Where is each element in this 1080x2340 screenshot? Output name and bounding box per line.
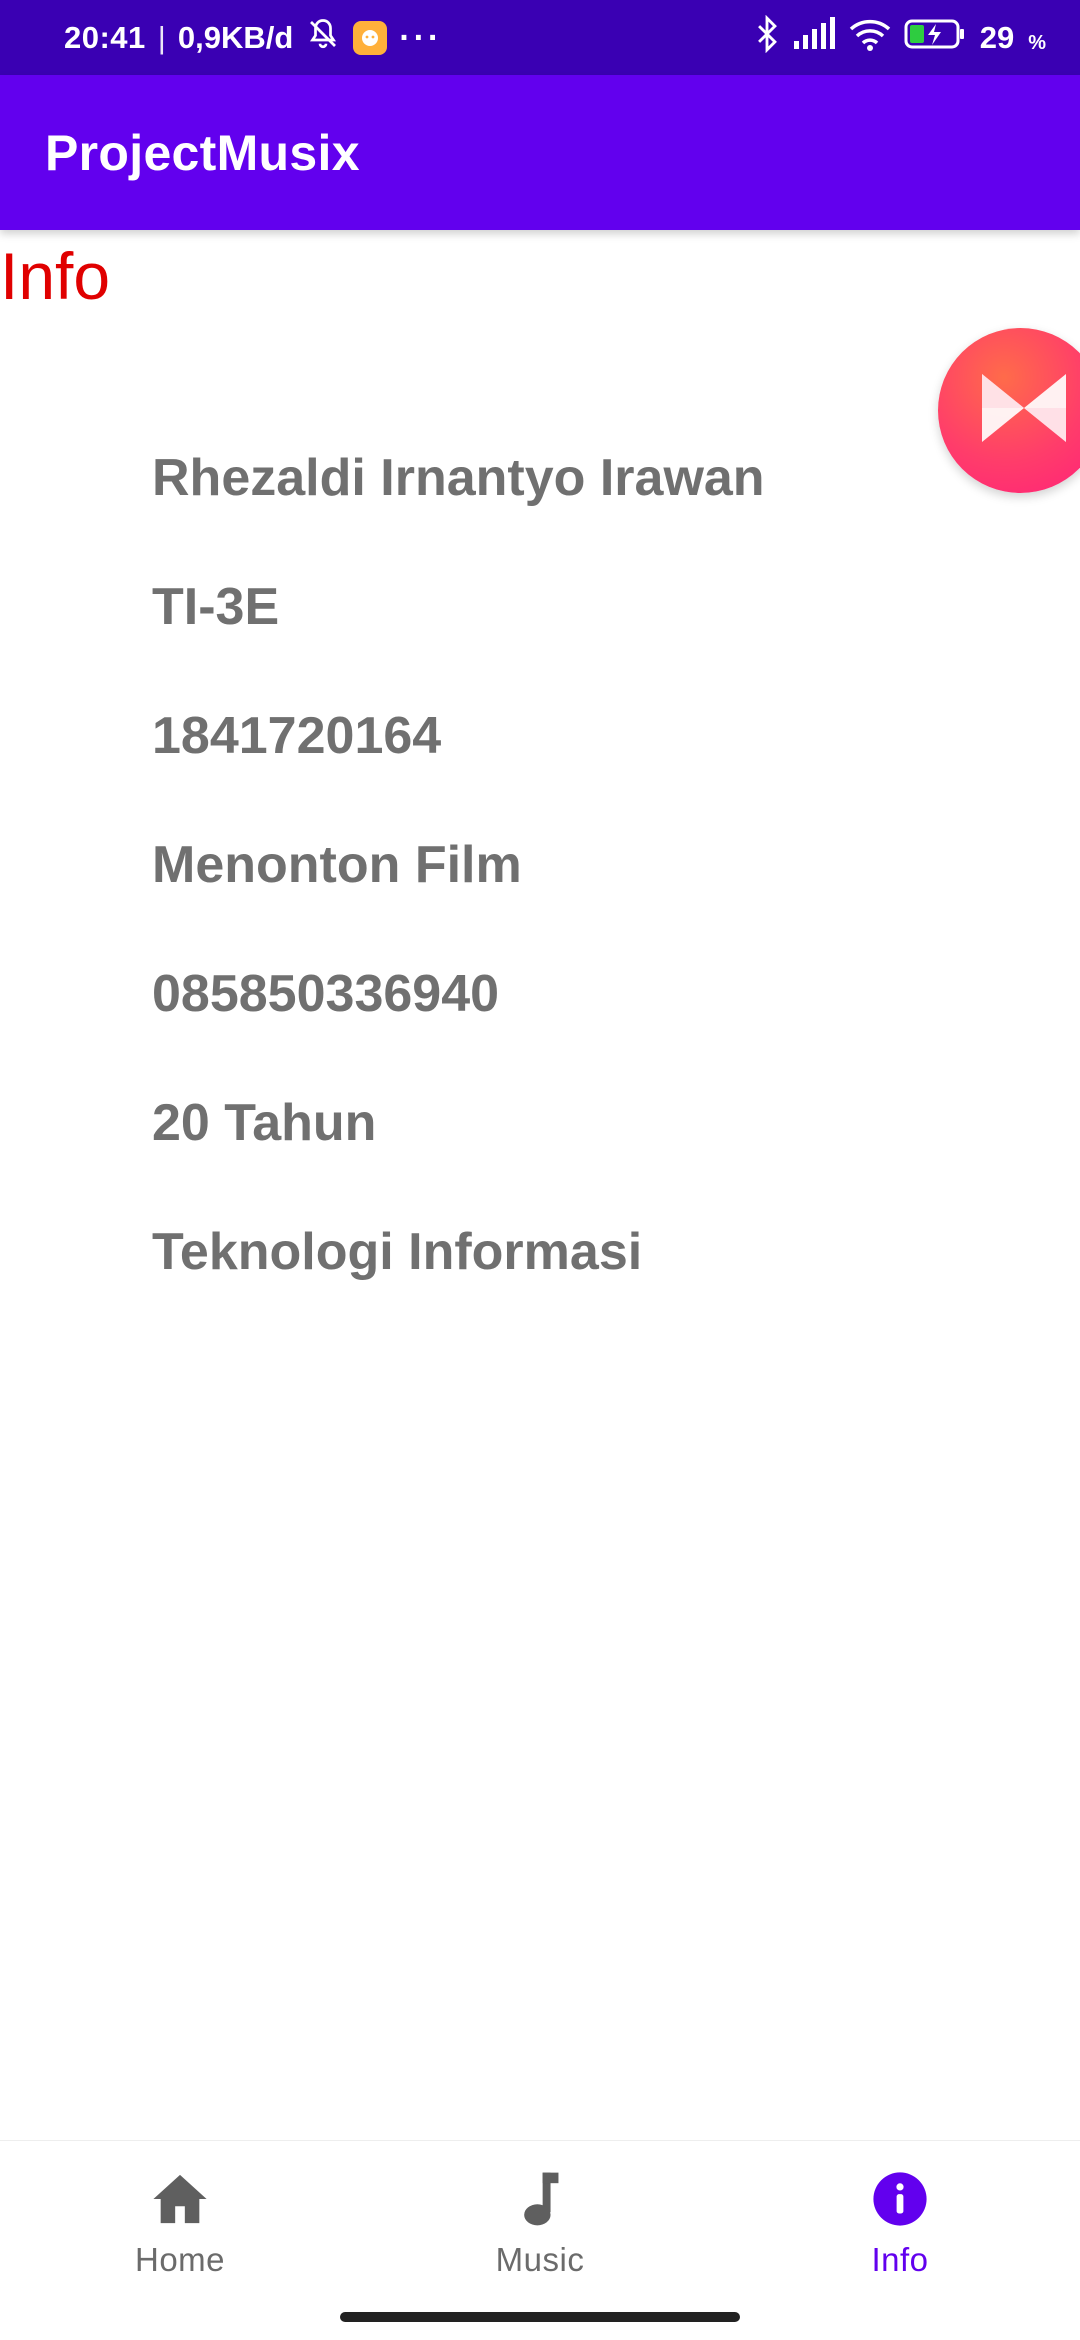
info-hobby: Menonton Film xyxy=(152,836,522,894)
home-indicator[interactable] xyxy=(340,2312,740,2322)
status-more-dots: ··· xyxy=(399,18,443,57)
music-note-icon xyxy=(510,2169,570,2229)
status-bar-left: 20:41 | 0,9KB/d ··· xyxy=(64,16,442,60)
info-class: TI-3E xyxy=(152,578,280,636)
bottom-navigation: Home Music Info xyxy=(0,2140,1080,2340)
floating-lyrics-bubble[interactable] xyxy=(938,328,1080,493)
status-bar: 20:41 | 0,9KB/d ··· 29 % xyxy=(0,0,1080,75)
info-name: Rhezaldi Irnantyo Irawan xyxy=(152,449,765,507)
info-phone: 085850336940 xyxy=(152,965,500,1023)
battery-percent: 29 xyxy=(979,19,1015,55)
page-heading: Info xyxy=(0,239,111,313)
nav-label-home: Home xyxy=(134,2241,226,2278)
status-time: 20:41 xyxy=(64,19,146,55)
nav-label-music: Music xyxy=(495,2241,585,2278)
info-icon xyxy=(870,2169,930,2229)
battery-charging-icon xyxy=(904,17,968,59)
app-title: ProjectMusix xyxy=(45,124,360,181)
status-bar-right: 29 % xyxy=(754,14,1046,61)
screen: 20:41 | 0,9KB/d ··· 29 % ProjectMusix In… xyxy=(0,0,1080,2340)
home-icon xyxy=(150,2169,210,2229)
bluetooth-icon xyxy=(754,14,780,61)
app-bar: ProjectMusix xyxy=(0,75,1080,230)
signal-icon xyxy=(792,16,836,59)
nav-item-info[interactable]: Info xyxy=(720,2141,1080,2340)
nav-label-info: Info xyxy=(871,2241,929,2278)
status-separator: | xyxy=(157,19,166,55)
info-age: 20 Tahun xyxy=(152,1094,377,1152)
wifi-icon xyxy=(848,17,892,59)
nav-item-music[interactable]: Music xyxy=(360,2141,720,2340)
app-notification-icon xyxy=(353,20,388,55)
bowtie-logo-icon xyxy=(976,368,1072,453)
status-net-speed: 0,9KB/d xyxy=(177,19,294,55)
info-major: Teknologi Informasi xyxy=(152,1223,643,1281)
battery-unit: % xyxy=(1028,31,1046,54)
nav-item-home[interactable]: Home xyxy=(0,2141,360,2340)
info-student-id: 1841720164 xyxy=(152,707,442,765)
bell-muted-icon xyxy=(305,16,341,60)
